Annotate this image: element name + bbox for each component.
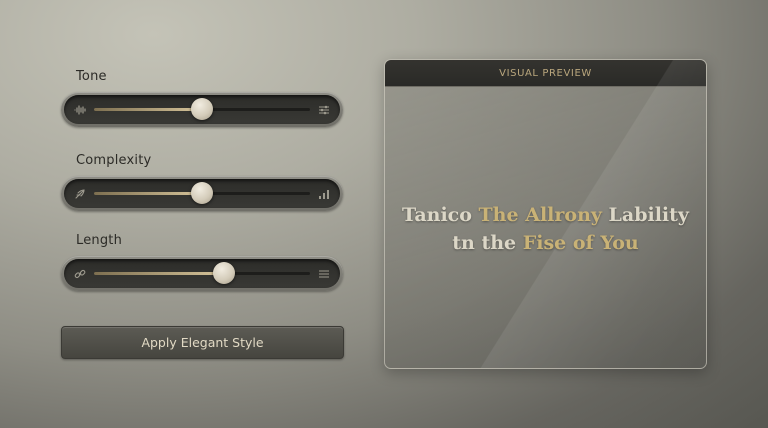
tone-slider-thumb[interactable] bbox=[191, 98, 213, 120]
complexity-track-fill bbox=[94, 192, 202, 195]
preview-text-line-1-c: Lability bbox=[601, 204, 689, 226]
length-slider-track-housing bbox=[64, 259, 340, 288]
complexity-label: Complexity bbox=[76, 153, 152, 168]
preview-text-line-2-b: Fise of You bbox=[522, 232, 639, 254]
length-slider[interactable] bbox=[61, 256, 343, 291]
sliders-icon bbox=[314, 95, 334, 124]
feather-icon bbox=[70, 179, 90, 208]
tone-slider[interactable] bbox=[61, 92, 343, 127]
length-track-fill bbox=[94, 272, 224, 275]
preview-text-line-2: tn the Fise of You bbox=[385, 232, 706, 254]
visual-preview-panel: VISUAL PREVIEW Tanico The Allrony Labili… bbox=[384, 59, 707, 369]
length-slider-thumb[interactable] bbox=[212, 262, 235, 284]
preview-header: VISUAL PREVIEW bbox=[385, 60, 706, 87]
tone-track-fill bbox=[94, 108, 202, 111]
complexity-slider-track-housing bbox=[64, 179, 340, 208]
apply-elegant-style-button[interactable]: Apply Elegant Style bbox=[61, 326, 344, 359]
length-label: Length bbox=[76, 233, 123, 248]
link-icon bbox=[70, 259, 90, 288]
preview-text-line-1-a: Tanico bbox=[402, 204, 479, 226]
bar-chart-icon bbox=[314, 179, 334, 208]
waveform-icon bbox=[70, 95, 90, 124]
length-track bbox=[94, 272, 310, 275]
tone-slider-track-housing bbox=[64, 95, 340, 124]
tone-label: Tone bbox=[76, 69, 107, 84]
complexity-slider[interactable] bbox=[61, 176, 343, 211]
preview-text-line-1-b: The Allrony bbox=[478, 204, 602, 226]
list-icon bbox=[314, 259, 334, 288]
complexity-slider-thumb[interactable] bbox=[191, 182, 213, 204]
preview-text-line-1: Tanico The Allrony Lability bbox=[385, 204, 706, 226]
preview-text-line-2-a: tn the bbox=[452, 232, 523, 254]
